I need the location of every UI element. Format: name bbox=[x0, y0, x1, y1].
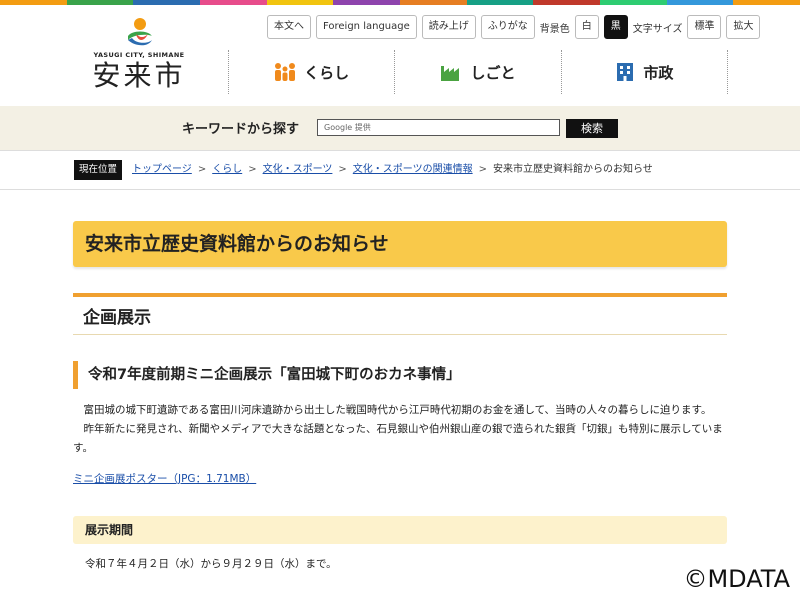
building-icon bbox=[617, 63, 634, 81]
page-title: 安来市立歴史資料館からのお知らせ bbox=[85, 233, 389, 255]
utility-bar: 本文へ Foreign language 読み上げ ふりがな 背景色 白 黒 文… bbox=[267, 15, 761, 39]
font-standard-button[interactable]: 標準 bbox=[687, 15, 722, 39]
page-title-box: 安来市立歴史資料館からのお知らせ bbox=[73, 221, 727, 267]
exhibit-heading: 令和7年度前期ミニ企画展示「富田城下町のおカネ事情」 bbox=[73, 361, 461, 389]
furigana-button[interactable]: ふりがな bbox=[480, 15, 535, 39]
breadcrumb: 現在位置 トップページ > くらし > 文化・スポーツ > 文化・スポーツの関連情報 > 安来市… bbox=[0, 150, 800, 190]
exhibit-description: 富田城の城下町遺跡である富田川河床遺跡から出土した戦国時代から江戸時代初期のお金… bbox=[73, 401, 727, 458]
logo-english: YASUGI CITY, SHIMANE bbox=[93, 51, 185, 59]
top-color-bar bbox=[0, 0, 800, 5]
nav-shisei-label: 市政 bbox=[643, 63, 674, 82]
bg-white-button[interactable]: 白 bbox=[574, 15, 599, 39]
paragraph-1: 富田城の城下町遺跡である富田川河床遺跡から出土した戦国時代から江戸時代初期のお金… bbox=[83, 404, 712, 416]
search-button[interactable]: 検索 bbox=[566, 119, 618, 138]
period-heading-box: 展示期間 bbox=[73, 516, 727, 544]
city-emblem-icon bbox=[128, 18, 152, 46]
logo-japanese: 安来市 bbox=[92, 59, 186, 92]
breadcrumb-separator: > bbox=[197, 164, 207, 175]
breadcrumb-separator: > bbox=[338, 164, 347, 175]
breadcrumb-culture-sports[interactable]: 文化・スポーツ bbox=[263, 164, 333, 175]
period-text: 令和７年４月２日（水）から９月２９日（水）まで。 bbox=[85, 558, 337, 570]
poster-link[interactable]: ミニ企画展ポスター（JPG：1.71MB） bbox=[73, 471, 256, 486]
breadcrumb-separator: > bbox=[248, 164, 257, 175]
nav-shigoto[interactable]: しごと bbox=[394, 50, 560, 94]
section-title: 企画展示 bbox=[83, 308, 151, 328]
skip-to-main-button[interactable]: 本文へ bbox=[267, 15, 311, 39]
font-size-label: 文字サイズ bbox=[632, 23, 683, 35]
search-label: キーワードから探す bbox=[182, 122, 300, 137]
search-input[interactable]: Google 提供 bbox=[317, 119, 560, 136]
factory-icon bbox=[441, 66, 460, 81]
exhibit-title: 令和7年度前期ミニ企画展示「富田城下町のおカネ事情」 bbox=[88, 367, 461, 383]
global-nav: くらし しごと 市政 bbox=[228, 50, 728, 94]
breadcrumb-label: 現在位置 bbox=[74, 160, 123, 180]
search-bar: キーワードから探す Google 提供 検索 bbox=[0, 106, 800, 150]
bg-black-button[interactable]: 黒 bbox=[603, 15, 628, 39]
family-icon bbox=[275, 63, 296, 81]
site-logo[interactable]: YASUGI CITY, SHIMANE 安来市 bbox=[86, 16, 192, 92]
breadcrumb-trail: トップページ > くらし > 文化・スポーツ > 文化・スポーツの関連情報 > 安来市立歴史資料… bbox=[132, 160, 653, 180]
font-large-button[interactable]: 拡大 bbox=[726, 15, 761, 39]
breadcrumb-kurashi[interactable]: くらし bbox=[212, 164, 242, 175]
read-aloud-button[interactable]: 読み上げ bbox=[421, 15, 476, 39]
period-heading: 展示期間 bbox=[85, 523, 134, 537]
breadcrumb-culture-sports-info[interactable]: 文化・スポーツの関連情報 bbox=[353, 164, 473, 175]
watermark: ©MDATA bbox=[683, 565, 790, 593]
nav-kurashi-label: くらし bbox=[304, 63, 350, 82]
breadcrumb-top[interactable]: トップページ bbox=[132, 164, 192, 175]
section-heading: 企画展示 bbox=[73, 293, 727, 335]
foreign-language-button[interactable]: Foreign language bbox=[316, 15, 417, 39]
bg-color-label: 背景色 bbox=[539, 23, 570, 35]
nav-shisei[interactable]: 市政 bbox=[560, 50, 728, 94]
breadcrumb-separator: > bbox=[478, 164, 487, 175]
nav-shigoto-label: しごと bbox=[470, 63, 516, 82]
breadcrumb-current: 安来市立歴史資料館からのお知らせ bbox=[493, 164, 653, 175]
paragraph-2: 昨年新たに発見され、新聞やメディアで大きな話題となった、石見銀山や伯州銀山産の銀… bbox=[73, 423, 723, 454]
nav-kurashi[interactable]: くらし bbox=[228, 50, 394, 94]
